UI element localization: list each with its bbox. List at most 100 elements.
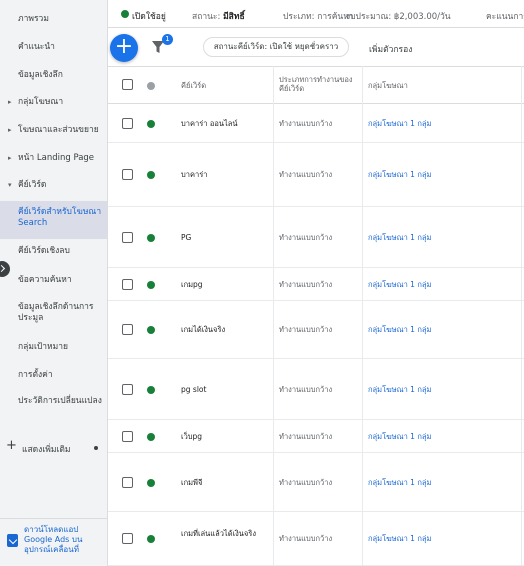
keyword-column-header[interactable]: คีย์เวิร์ด	[181, 81, 206, 90]
chevron-down-icon: ▾	[8, 181, 12, 189]
ad-group-link[interactable]: กลุ่มโฆษณา 1 กลุ่ม	[368, 534, 518, 544]
row-checkbox[interactable]	[122, 431, 133, 442]
chevron-right-icon: ▸	[8, 98, 12, 106]
sidebar-item-label: ข้อมูลเชิงลึก	[18, 70, 63, 80]
status-field: สถานะ: มีสิทธิ์	[192, 9, 245, 23]
match-type-cell: ทำงานแบบกว้าง	[279, 478, 333, 487]
keyword-cell[interactable]: เกมพีจี	[181, 478, 271, 488]
table-row[interactable]: บาคาร่า ออนไลน์ ทำงานแบบกว้าง กลุ่มโฆษณา 1…	[108, 104, 524, 143]
sidebar-item-label: หน้า Landing Page	[18, 153, 95, 163]
table-row[interactable]: เกมที่เล่นแล้วได้เงินจริงทำงานแบบกว้าง กล…	[108, 512, 524, 566]
sidebar-item-label: คีย์เวิร์ดเชิงลบ	[18, 246, 70, 256]
download-app-link[interactable]: ดาวน์โหลดแอป Google Ads บนอุปกรณ์เคลื่อน…	[24, 525, 106, 555]
keyword-cell[interactable]: PG	[181, 233, 271, 243]
sidebar-item-label: คำแนะนำ	[18, 42, 55, 52]
table-row[interactable]: เว็บpg ทำงานแบบกว้าง กลุ่มโฆษณา 1 กลุ่ม	[108, 420, 524, 453]
keyword-cell[interactable]: บาคาร่า	[181, 170, 271, 180]
sidebar-item-label: กลุ่มโฆษณา	[18, 97, 64, 107]
select-all-checkbox[interactable]	[122, 79, 133, 90]
sidebar-item-label: ข้อความค้นหา	[18, 275, 72, 285]
sidebar-item-ad-groups[interactable]: ▸ กลุ่มโฆษณา	[0, 97, 107, 109]
match-type-cell: ทำงานแบบกว้าง	[279, 119, 333, 128]
sidebar-item-search-keywords[interactable]: คีย์เวิร์ดสำหรับโฆษณา Search	[0, 201, 107, 239]
table-row[interactable]: pg slot ทำงานแบบกว้าง กลุ่มโฆษณา 1 กลุ่ม	[108, 359, 524, 420]
sidebar-item-label: คีย์เวิร์ด	[18, 180, 47, 190]
campaign-status-dropdown[interactable]: เปิดใช้อยู่	[132, 9, 166, 23]
table-row[interactable]: บาคาร่า ทำงานแบบกว้าง กลุ่มโฆษณา 1 กลุ่ม	[108, 143, 524, 207]
status-label: สถานะ:	[192, 12, 221, 22]
budget-field[interactable]: งบประมาณ: ฿2,003.00/วัน	[346, 9, 451, 23]
row-checkbox[interactable]	[122, 279, 133, 290]
enabled-status-icon[interactable]	[147, 326, 155, 334]
type-label: ประเภท:	[283, 12, 315, 22]
enabled-status-icon[interactable]	[147, 433, 155, 441]
table-row[interactable]: เกมพีจี ทำงานแบบกว้าง กลุ่มโฆษณา 1 กลุ่ม	[108, 453, 524, 512]
enabled-status-icon[interactable]	[147, 120, 155, 128]
sidebar-item-label: ภาพรวม	[18, 14, 49, 24]
table-row[interactable]: เกมpg ทำงานแบบกว้าง กลุ่มโฆษณา 1 กลุ่ม	[108, 268, 524, 301]
show-more-button[interactable]: + แสดงเพิ่มเติม	[6, 438, 106, 455]
ad-group-link[interactable]: กลุ่มโฆษณา 1 กลุ่ม	[368, 233, 518, 243]
enabled-status-icon[interactable]	[147, 234, 155, 242]
row-checkbox[interactable]	[122, 118, 133, 129]
add-keyword-button[interactable]: +	[110, 34, 138, 62]
keyword-cell[interactable]: เว็บpg	[181, 432, 271, 442]
enabled-status-icon[interactable]	[147, 535, 155, 543]
row-checkbox[interactable]	[122, 232, 133, 243]
keyword-cell[interactable]: pg slot	[181, 385, 271, 395]
dot-indicator-icon	[94, 446, 98, 450]
ad-group-link[interactable]: กลุ่มโฆษณา 1 กลุ่ม	[368, 432, 518, 442]
row-checkbox[interactable]	[122, 533, 133, 544]
row-checkbox[interactable]	[122, 169, 133, 180]
sidebar-item-negative-keywords[interactable]: คีย์เวิร์ดเชิงลบ	[0, 246, 107, 258]
enabled-status-icon[interactable]	[147, 171, 155, 179]
plus-icon: +	[6, 438, 17, 453]
sidebar-item-label: ประวัติการเปลี่ยนแปลง	[18, 396, 102, 406]
enabled-status-icon	[121, 10, 129, 18]
ad-group-link[interactable]: กลุ่มโฆษณา 1 กลุ่ม	[368, 280, 518, 290]
budget-label: งบประมาณ:	[346, 12, 392, 22]
sidebar-item-settings[interactable]: การตั้งค่า	[0, 370, 107, 382]
match-type-column-header[interactable]: ประเภทการทำงานของคีย์เวิร์ด	[279, 75, 359, 93]
ad-group-link[interactable]: กลุ่มโฆษณา 1 กลุ่ม	[368, 119, 518, 129]
match-type-cell: ทำงานแบบกว้าง	[279, 432, 333, 441]
match-type-cell: ทำงานแบบกว้าง	[279, 534, 333, 543]
ad-group-column-header[interactable]: กลุ่มโฆษณา	[368, 81, 408, 90]
keyword-cell[interactable]: เกมpg	[181, 280, 271, 290]
match-type-cell: ทำงานแบบกว้าง	[279, 385, 333, 394]
chevron-right-icon: ▸	[8, 126, 12, 134]
enabled-status-icon[interactable]	[147, 281, 155, 289]
sidebar-item-change-history[interactable]: ประวัติการเปลี่ยนแปลง	[0, 396, 107, 420]
optimization-score-label: คะแนนการ	[486, 12, 524, 22]
enabled-status-icon[interactable]	[147, 386, 155, 394]
sidebar-item-insights[interactable]: ข้อมูลเชิงลึก	[0, 70, 107, 82]
download-app-banner[interactable]: ดาวน์โหลดแอป Google Ads บนอุปกรณ์เคลื่อน…	[0, 518, 107, 566]
keyword-cell[interactable]: บาคาร่า ออนไลน์	[181, 119, 271, 129]
sidebar-item-search-terms[interactable]: ข้อความค้นหา	[0, 275, 107, 287]
sidebar-item-audiences[interactable]: กลุ่มเป้าหมาย	[0, 342, 107, 354]
enabled-status-icon[interactable]	[147, 479, 155, 487]
sidebar-item-overview[interactable]: ภาพรวม	[0, 14, 107, 26]
sidebar-item-ads-assets[interactable]: ▸ โฆษณาและส่วนขยาย	[0, 125, 107, 137]
ad-group-link[interactable]: กลุ่มโฆษณา 1 กลุ่ม	[368, 325, 518, 335]
keyword-status-filter-chip[interactable]: สถานะคีย์เวิร์ด: เปิดใช้ หยุดชั่วคราว	[203, 37, 349, 57]
sidebar-nav: ภาพรวม คำแนะนำ ข้อมูลเชิงลึก ▸ กลุ่มโฆษณ…	[0, 0, 108, 566]
sidebar-item-auction-insights[interactable]: ข้อมูลเชิงลึกด้านการประมูล	[0, 302, 107, 326]
table-row[interactable]: PG ทำงานแบบกว้าง กลุ่มโฆษณา 1 กลุ่ม	[108, 207, 524, 268]
sidebar-item-recommendations[interactable]: คำแนะนำ	[0, 42, 107, 54]
row-checkbox[interactable]	[122, 324, 133, 335]
row-checkbox[interactable]	[122, 384, 133, 395]
ad-group-link[interactable]: กลุ่มโฆษณา 1 กลุ่ม	[368, 170, 518, 180]
sidebar-item-keywords[interactable]: ▾ คีย์เวิร์ด	[0, 180, 107, 192]
row-checkbox[interactable]	[122, 477, 133, 488]
sidebar-item-label: การตั้งค่า	[18, 370, 53, 380]
keyword-cell[interactable]: เกมได้เงินจริง	[181, 325, 271, 335]
table-row[interactable]: เกมได้เงินจริง ทำงานแบบกว้าง กลุ่มโฆษณา 1 …	[108, 301, 524, 359]
keyword-cell[interactable]: เกมที่เล่นแล้วได้เงินจริง	[181, 529, 271, 539]
ad-group-link[interactable]: กลุ่มโฆษณา 1 กลุ่ม	[368, 478, 518, 488]
sidebar-item-landing-pages[interactable]: ▸ หน้า Landing Page	[0, 153, 107, 165]
sidebar-item-label: โฆษณาและส่วนขยาย	[18, 125, 99, 135]
add-filter-button[interactable]: เพิ่มตัวกรอง	[369, 42, 412, 56]
ad-group-link[interactable]: กลุ่มโฆษณา 1 กลุ่ม	[368, 385, 518, 395]
match-type-cell: ทำงานแบบกว้าง	[279, 280, 333, 289]
